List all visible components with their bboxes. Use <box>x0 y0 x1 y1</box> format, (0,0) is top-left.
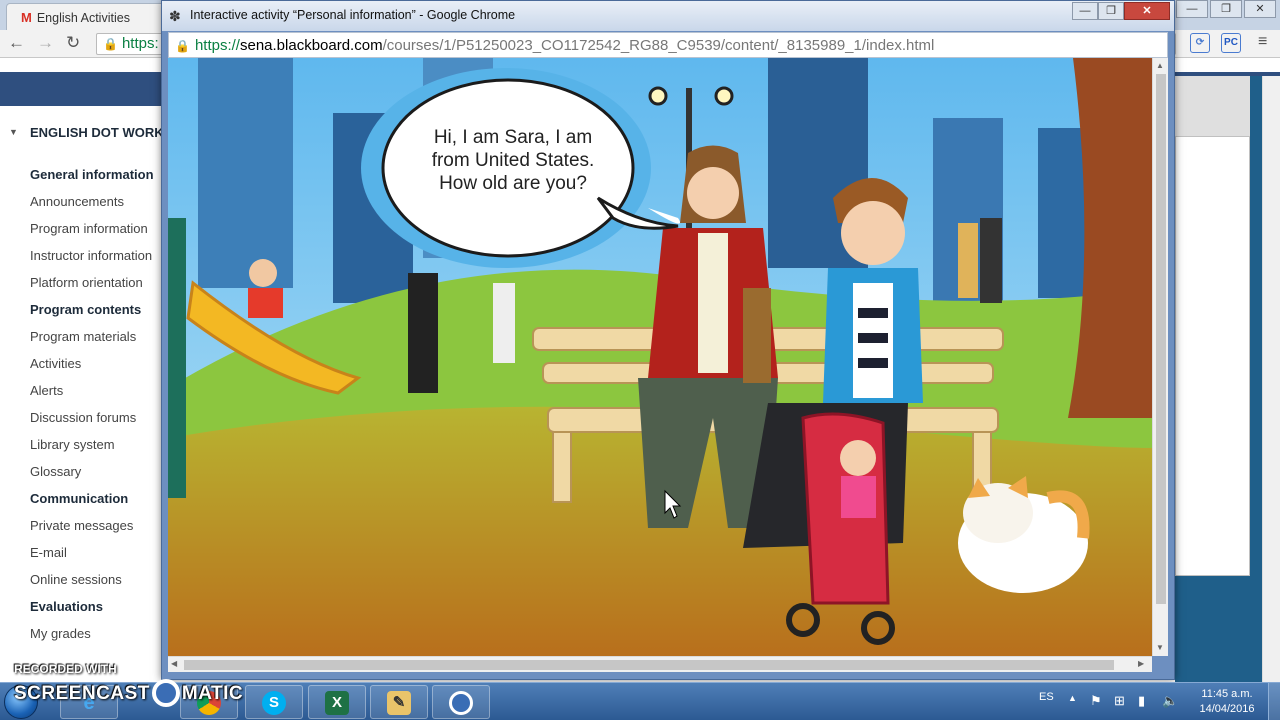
tab-english-activities[interactable]: M English Activities <box>6 3 166 30</box>
course-sidebar: ▼ ENGLISH DOT WORKS (INGLES)(1172542) Ge… <box>0 106 162 682</box>
pc-extension-icon[interactable]: PC <box>1221 33 1241 53</box>
scrollbar-thumb[interactable] <box>184 660 1114 670</box>
sidebar-item-alerts[interactable]: Alerts <box>30 383 63 398</box>
tray-battery-icon[interactable]: ▮ <box>1138 693 1145 709</box>
skype-icon: S <box>262 691 286 715</box>
watermark-line1: RECORDED WITH <box>14 662 117 676</box>
background-person <box>980 218 1002 303</box>
tray-network-icon[interactable]: ⚑ <box>1090 693 1102 709</box>
panel-strip <box>1175 76 1250 136</box>
language-indicator[interactable]: ES <box>1039 691 1054 703</box>
park-scene <box>168 58 1152 656</box>
sidebar-item-my-grades[interactable]: My grades <box>30 626 91 641</box>
background-person <box>958 223 978 298</box>
taskbar-screencast-button[interactable] <box>432 685 490 719</box>
sidebar-item-activities[interactable]: Activities <box>30 356 81 371</box>
scroll-down-icon[interactable]: ▼ <box>1156 643 1164 652</box>
sidebar-item-communication[interactable]: Communication <box>30 491 128 506</box>
sidebar-item-program-information[interactable]: Program information <box>30 221 148 236</box>
taskbar-excel-button[interactable]: X <box>308 685 366 719</box>
background-window-controls: — ❐ ✕ <box>1174 0 1276 20</box>
background-person <box>408 273 438 393</box>
paint-icon: ✎ <box>387 691 411 715</box>
excel-icon: X <box>325 691 349 715</box>
taskbar-skype-button[interactable]: S <box>245 685 303 719</box>
popup-title: Interactive activity “Personal informati… <box>190 8 516 22</box>
minimize-button[interactable]: — <box>1176 0 1208 18</box>
tray-arrow-icon[interactable]: ▲ <box>1068 693 1077 703</box>
course-title[interactable]: ENGLISH DOT WORKS (INGLES)(1172542) <box>30 125 162 141</box>
sidebar-item-library-system[interactable]: Library system <box>30 437 115 452</box>
sidebar-item-glossary[interactable]: Glossary <box>30 464 81 479</box>
url-host: sena.blackboard.com <box>239 37 383 54</box>
url-scheme: https:// <box>194 37 240 54</box>
taskbar-paint-button[interactable]: ✎ <box>370 685 428 719</box>
maximize-button[interactable]: ❐ <box>1098 2 1124 20</box>
speech-line: from United States. <box>431 150 595 171</box>
forward-icon[interactable]: → <box>37 33 54 53</box>
extension-icon[interactable]: ⟳ <box>1190 33 1210 53</box>
watermark-brand-a: SCREENCAST <box>14 683 150 704</box>
lock-icon: 🔒 <box>103 37 118 51</box>
url-path: /courses/1/P51250023_CO1172542_RG88_C953… <box>382 37 935 54</box>
tray-windows-icon[interactable]: ⊞ <box>1114 693 1125 709</box>
close-button[interactable]: ✕ <box>1244 0 1276 18</box>
tab-title: English Activities <box>36 11 130 25</box>
collapse-caret-icon[interactable]: ▼ <box>9 127 18 137</box>
sidebar-item-announcements[interactable]: Announcements <box>30 194 124 209</box>
cat <box>958 476 1090 593</box>
sidebar-item-evaluations[interactable]: Evaluations <box>30 599 103 614</box>
sidebar-item-e-mail[interactable]: E-mail <box>30 545 67 560</box>
minimize-button[interactable]: — <box>1072 2 1098 20</box>
activity-favicon-icon: ✽ <box>169 8 181 24</box>
popup-vertical-scrollbar[interactable]: ▲ ▼ <box>1152 58 1168 656</box>
speech-line: Hi, I am Sara, I am <box>433 127 593 148</box>
show-desktop-button[interactable] <box>1268 683 1280 720</box>
scroll-right-icon[interactable]: ▶ <box>1138 659 1144 668</box>
popup-window-controls: — ❐ ✕ <box>1072 2 1170 20</box>
back-icon[interactable]: ← <box>8 33 25 53</box>
reload-icon[interactable]: ↻ <box>66 33 80 53</box>
sidebar-item-instructor-information[interactable]: Instructor information <box>30 248 152 263</box>
sidebar-item-program-contents[interactable]: Program contents <box>30 302 141 317</box>
scroll-up-icon[interactable]: ▲ <box>1156 61 1164 70</box>
tray-volume-icon[interactable]: 🔈 <box>1162 693 1178 709</box>
popup-titlebar: ✽ Interactive activity “Personal informa… <box>162 1 1174 31</box>
lock-icon: 🔒 <box>175 39 190 53</box>
url-prefix: https: <box>121 35 159 52</box>
activity-popup-window: ✽ Interactive activity “Personal informa… <box>161 0 1175 680</box>
gmail-icon: M <box>21 10 32 25</box>
sidebar-item-general-information[interactable]: General information <box>30 167 154 182</box>
menu-icon[interactable]: ≡ <box>1258 33 1267 51</box>
sidebar-item-online-sessions[interactable]: Online sessions <box>30 572 122 587</box>
sidebar-item-program-materials[interactable]: Program materials <box>30 329 136 344</box>
watermark-brand-b: MATIC <box>181 683 244 704</box>
sidebar-item-private-messages[interactable]: Private messages <box>30 518 133 533</box>
system-clock[interactable]: 11:45 a.m. 14/04/2016 <box>1192 687 1262 717</box>
background-scrollbar[interactable] <box>1262 76 1280 682</box>
speech-line: How old are you? <box>439 173 587 194</box>
screencast-watermark: RECORDED WITH SCREENCAST MATIC <box>14 662 243 707</box>
clock-time: 11:45 a.m. <box>1201 688 1253 700</box>
sidebar-item-discussion-forums[interactable]: Discussion forums <box>30 410 136 425</box>
clock-date: 14/04/2016 <box>1199 703 1255 715</box>
maximize-button[interactable]: ❐ <box>1210 0 1242 18</box>
content-card <box>1175 136 1250 576</box>
background-person <box>493 283 515 363</box>
close-button[interactable]: ✕ <box>1124 2 1170 20</box>
popup-address-bar[interactable]: 🔒 https://sena.blackboard.com/courses/1/P… <box>168 32 1168 58</box>
screencast-icon <box>449 691 473 715</box>
sidebar-item-platform-orientation[interactable]: Platform orientation <box>30 275 143 290</box>
screencast-logo-icon <box>151 679 180 707</box>
speech-bubble-text: Hi, I am Sara, I am from United States. … <box>408 126 618 195</box>
popup-horizontal-scrollbar[interactable]: ◀ ▶ <box>168 656 1152 672</box>
activity-canvas[interactable]: Hi, I am Sara, I am from United States. … <box>168 58 1152 656</box>
scrollbar-thumb[interactable] <box>1156 74 1166 604</box>
